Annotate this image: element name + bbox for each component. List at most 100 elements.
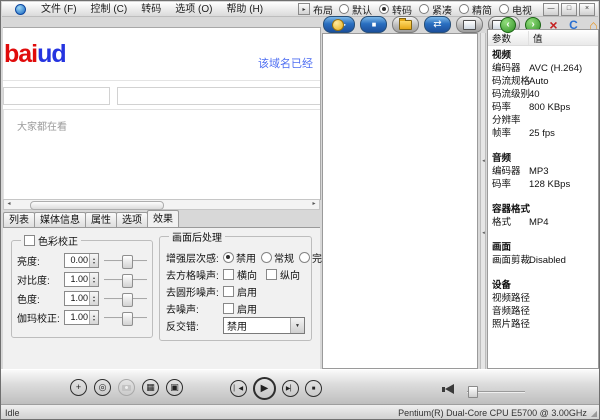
dering-enable-checkbox[interactable]: 启用 — [223, 284, 257, 299]
deinterlace-dropdown[interactable]: 禁用 ▼ — [223, 317, 305, 334]
tab-effects[interactable]: 效果 — [147, 210, 179, 227]
slider-handle[interactable] — [122, 255, 133, 269]
table-row[interactable]: 码流级别40 — [492, 88, 598, 101]
scrollbar-thumb[interactable] — [30, 201, 164, 210]
contrast-slider[interactable] — [104, 273, 147, 287]
tab-media-info[interactable]: 媒体信息 — [34, 212, 86, 227]
param-label: 码率 — [492, 178, 529, 191]
tab-properties[interactable]: 属性 — [85, 212, 117, 227]
close-button[interactable]: × — [579, 3, 595, 16]
volume-handle[interactable] — [468, 386, 478, 398]
enhance-option-disable[interactable]: 禁用 — [223, 250, 256, 265]
gamma-slider[interactable] — [104, 311, 147, 325]
next-icon: ▶▏ — [286, 386, 295, 392]
layout-option-transcode[interactable]: 转码 — [379, 2, 412, 17]
layout-toggle-button[interactable]: ▸ — [298, 3, 310, 15]
radio-icon — [459, 4, 469, 14]
table-row[interactable]: 分辨率 — [492, 114, 598, 127]
pause-icon: ▮▮ — [372, 22, 376, 28]
radio-icon — [261, 252, 272, 263]
slider-handle[interactable] — [122, 274, 133, 288]
spinner-arrows-icon[interactable]: ▴▾ — [89, 254, 98, 267]
next-button[interactable]: ▶▏ — [282, 380, 299, 397]
play-history-button[interactable]: ▶ — [323, 16, 355, 33]
playlist-panel[interactable] — [322, 33, 478, 369]
menu-file[interactable]: 文件 (F) — [34, 3, 84, 16]
open-file-button[interactable] — [392, 16, 419, 33]
spinner-arrows-icon[interactable]: ▴▾ — [89, 311, 98, 324]
menu-help[interactable]: 帮助 (H) — [219, 3, 270, 16]
domain-notice-link[interactable]: 该域名已经 — [258, 55, 313, 71]
deblock-horizontal-checkbox[interactable]: 横向 — [223, 267, 257, 282]
layout-option-minimal[interactable]: 精简 — [459, 2, 492, 17]
param-column-header[interactable]: 参数 — [488, 31, 529, 45]
menu-control[interactable]: 控制 (C) — [84, 3, 135, 16]
scroll-right-icon[interactable]: ▸ — [309, 200, 319, 209]
chevron-down-icon[interactable]: ▼ — [290, 318, 304, 333]
cascade-button[interactable]: ▣ — [166, 379, 183, 396]
enhance-option-normal[interactable]: 常规 — [261, 250, 294, 265]
minimize-button[interactable]: — — [543, 3, 559, 16]
table-row[interactable]: 格式MP4 — [492, 216, 598, 229]
tab-options[interactable]: 选项 — [116, 212, 148, 227]
resize-grip-icon[interactable]: ◢ — [591, 409, 597, 418]
layout-option-label: 紧凑 — [432, 2, 452, 17]
slider-handle[interactable] — [122, 293, 133, 307]
previous-button[interactable]: ▏◀ — [230, 380, 247, 397]
table-row[interactable]: 视频路径 — [492, 292, 598, 305]
display-button[interactable] — [456, 16, 483, 33]
brightness-spinner[interactable]: 0.00 ▴▾ — [64, 253, 99, 268]
param-value: 40 — [529, 88, 598, 101]
page-link-box[interactable] — [3, 87, 110, 105]
table-row[interactable]: 音频路径 — [492, 305, 598, 318]
table-row[interactable]: 码流规格Auto — [492, 75, 598, 88]
checkbox-icon[interactable] — [24, 235, 35, 246]
table-row[interactable]: 编码器MP3 — [492, 165, 598, 178]
splitter-arrow-icon[interactable]: ◂ — [481, 231, 486, 236]
color-correction-legend: 色彩校正 — [21, 233, 81, 248]
postprocess-legend: 画面后处理 — [169, 229, 225, 244]
horizontal-scrollbar[interactable]: ◂ ▸ — [3, 199, 320, 210]
snapshot-button[interactable] — [118, 379, 135, 396]
add-button[interactable]: + — [70, 379, 87, 396]
convert-button[interactable]: ⇄ — [424, 16, 451, 33]
table-row[interactable]: 编码器AVC (H.264) — [492, 62, 598, 75]
value-column-header[interactable]: 值 — [529, 31, 543, 45]
grid-view-button[interactable]: ▦ — [142, 379, 159, 396]
table-row[interactable]: 码率128 KBps — [492, 178, 598, 191]
stop-button[interactable]: ■ — [305, 380, 322, 397]
deblock-vertical-checkbox[interactable]: 纵向 — [266, 267, 300, 282]
pause-button[interactable]: ▮▮ — [360, 16, 387, 33]
hue-slider[interactable] — [104, 292, 147, 306]
fullscreen-button[interactable]: ◎ — [94, 379, 111, 396]
layout-option-default[interactable]: 默认 — [339, 2, 372, 17]
contrast-spinner[interactable]: 1.00 ▴▾ — [64, 272, 99, 287]
gamma-spinner[interactable]: 1.00 ▴▾ — [64, 310, 99, 325]
spinner-arrows-icon[interactable]: ▴▾ — [89, 273, 98, 286]
table-row[interactable]: 画面剪裁Disabled — [492, 254, 598, 267]
splitter-arrow-icon[interactable]: ◂ — [481, 159, 486, 164]
brightness-slider[interactable] — [104, 254, 147, 268]
table-row[interactable]: 码率800 KBps — [492, 101, 598, 114]
denoise-enable-checkbox[interactable]: 启用 — [223, 301, 257, 316]
table-row[interactable]: 帧率25 fps — [492, 127, 598, 140]
page-link-box[interactable] — [117, 87, 321, 105]
maximize-button[interactable]: □ — [561, 3, 577, 16]
menu-options[interactable]: 选项 (O) — [168, 3, 219, 16]
brightness-row: 亮度: 0.00 ▴▾ — [12, 251, 152, 270]
scroll-left-icon[interactable]: ◂ — [4, 200, 14, 209]
menu-transcode[interactable]: 转码 — [134, 3, 168, 16]
play-button[interactable]: ▶ — [253, 377, 276, 400]
param-value: 800 KBps — [529, 101, 598, 114]
hue-spinner[interactable]: 1.00 ▴▾ — [64, 291, 99, 306]
layout-option-tv[interactable]: 电视 — [499, 2, 532, 17]
radio-icon — [299, 252, 310, 263]
slider-handle[interactable] — [122, 312, 133, 326]
speaker-icon[interactable] — [445, 384, 454, 394]
spinner-arrows-icon[interactable]: ▴▾ — [89, 292, 98, 305]
tab-playlist[interactable]: 列表 — [3, 212, 35, 227]
panel-splitter[interactable]: ◂ ◂ — [480, 33, 486, 369]
layout-option-compact[interactable]: 紧凑 — [419, 2, 452, 17]
display-icon — [463, 20, 476, 30]
table-row[interactable]: 照片路径 — [492, 318, 598, 331]
